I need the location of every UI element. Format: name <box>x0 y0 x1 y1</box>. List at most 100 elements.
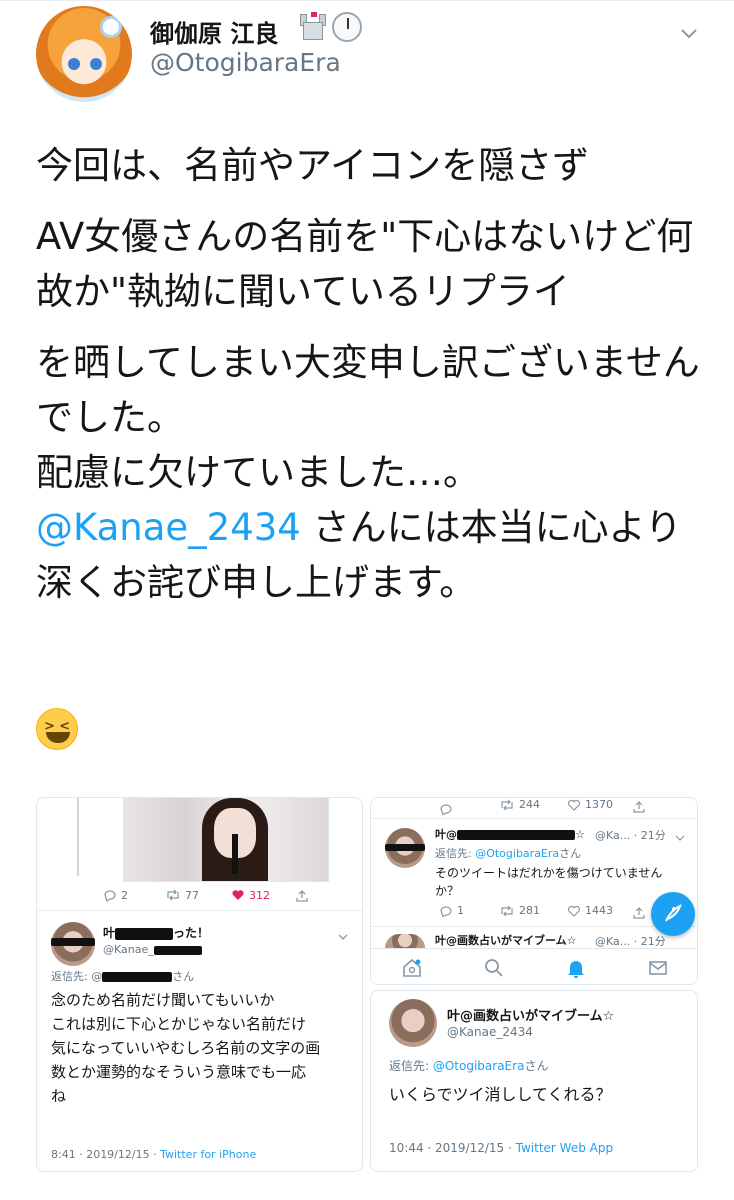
name-start: 叶 <box>103 926 116 940</box>
compose-feather-icon <box>665 904 682 922</box>
like-action: 1370 <box>567 798 613 811</box>
author-display-name[interactable]: 御伽原 江良 <box>150 14 278 49</box>
reply-text-line: 気になっていいやむしろ名前の文字の画 <box>51 1039 321 1057</box>
like-action: 312 <box>231 888 270 902</box>
reply-action: 1 <box>439 904 464 917</box>
share-icon[interactable] <box>295 888 309 907</box>
reply-icon[interactable] <box>439 905 453 917</box>
redaction-bar <box>153 945 202 955</box>
home-icon[interactable] <box>401 957 423 979</box>
retweet-count: 244 <box>519 798 540 811</box>
reply-author-name[interactable]: 叶 った！ <box>103 924 209 941</box>
avatar-flower-accessory <box>100 16 122 38</box>
clock-icon <box>332 12 362 42</box>
reply-to-prefix: 返信先: <box>435 847 476 860</box>
reply-author-handle[interactable]: @Kanae_ <box>103 943 202 956</box>
reply-text-line: ね <box>51 1087 67 1105</box>
reply-icon[interactable] <box>439 800 453 819</box>
author-avatar[interactable] <box>36 6 132 102</box>
reply-to-mention[interactable]: @OtogibaraEra <box>475 847 559 860</box>
next-reply-avatar[interactable] <box>385 934 425 948</box>
castle-icon <box>298 12 328 42</box>
embedded-screenshot-right-bottom[interactable]: 叶@画数占いがマイブーム☆ @Kanae_2434 返信先: @Otogibar… <box>370 990 698 1172</box>
next-reply-name[interactable]: 叶@画数占いがマイブーム☆ <box>435 932 577 948</box>
tweet-paragraph: 今回は、名前やアイコンを隠さず <box>36 144 590 187</box>
source-link[interactable]: Twitter for iPhone <box>160 1148 256 1161</box>
timestamp-text: 10:44 · 2019/12/15 · <box>389 1141 516 1155</box>
reply-to-mention[interactable]: @OtogibaraEra <box>433 1059 525 1073</box>
heart-icon[interactable] <box>567 799 581 811</box>
retweet-action: 281 <box>499 904 540 917</box>
reply-to-prefix: 返信先: <box>389 1059 433 1073</box>
reply-to-suffix: さん <box>524 1059 549 1073</box>
heart-filled-icon[interactable] <box>231 888 245 902</box>
share-icon[interactable] <box>633 798 645 817</box>
embedded-screenshot-right-top[interactable]: 244 1370 叶@ ☆ @Ka... · 21分 返信先: @Otogibar… <box>370 797 698 985</box>
reply-to-line: 返信先: @OtogibaraEraさん <box>389 1057 548 1074</box>
retweet-icon[interactable] <box>499 799 515 811</box>
like-action: 1443 <box>567 904 613 917</box>
share-icon[interactable] <box>633 904 645 923</box>
reply-to-suffix: さん <box>172 970 195 983</box>
retweet-icon[interactable] <box>165 888 181 902</box>
avatar-eye-left <box>68 58 80 70</box>
reply-author-name[interactable]: 叶@ ☆ <box>435 826 585 842</box>
reply-text: 念のため名前だけ聞いてもいいか これは別に下心とかじゃない名前だけ 気になってい… <box>51 988 356 1108</box>
reply-avatar[interactable] <box>389 999 437 1047</box>
source-link[interactable]: Twitter Web App <box>516 1141 613 1155</box>
reply-text: そのツイートはだれかを傷つけていません か？ <box>435 864 662 900</box>
laughing-emoji-icon: > < <box>36 708 78 750</box>
like-count: 1443 <box>585 904 613 917</box>
thread-line <box>77 798 79 876</box>
reply-text-line: そのツイートはだれかを傷つけていません <box>435 866 663 880</box>
tweet-paragraph: を晒してしまい大変申し訳ございませんでした。 <box>36 341 700 439</box>
name-start: 叶@ <box>435 828 457 841</box>
heart-icon[interactable] <box>567 905 581 917</box>
reply-timestamp: 8:41 · 2019/12/15 · Twitter for iPhone <box>51 1148 256 1161</box>
retweet-icon[interactable] <box>499 905 515 917</box>
name-badges <box>298 12 362 42</box>
reply-count: 1 <box>457 904 464 917</box>
reply-text-line: 数とか運勢的なそういう意味でも一応 <box>51 1063 307 1081</box>
reply-author-handle[interactable]: @Kanae_2434 <box>447 1025 533 1039</box>
next-reply-handle-time: @Ka... · 21分 <box>595 935 666 948</box>
reply-to-line: 返信先: @OtogibaraEraさん <box>435 845 581 861</box>
notifications-bell-icon[interactable] <box>565 957 587 979</box>
timestamp-text: 8:41 · 2019/12/15 · <box>51 1148 161 1161</box>
like-count: 312 <box>249 888 270 902</box>
compose-tweet-button[interactable] <box>651 892 695 936</box>
embedded-screenshot-left[interactable]: 2 77 312 叶 った！ @Kanae_ 返信先: @ さん 念のため名前だけ聞… <box>36 797 363 1172</box>
reply-to-prefix: 返信先: @ <box>51 970 103 983</box>
divider <box>371 818 697 819</box>
reply-to-line: 返信先: @ さん <box>51 968 194 984</box>
redaction-bar <box>115 927 174 940</box>
top-divider <box>0 0 734 1</box>
divider <box>37 910 362 911</box>
reply-text-line: 念のため名前だけ聞いてもいいか <box>51 991 275 1009</box>
tweet-paragraph: @Kanae_2434 さんには本当に心より深くお詫び申し上げます。 <box>36 500 716 610</box>
chevron-down-icon[interactable] <box>678 22 700 44</box>
tweet-text: 今回は、名前やアイコンを隠さず AV女優さんの名前を"下心はないけど何故か"執拗… <box>36 138 716 610</box>
retweet-action: 77 <box>165 888 199 902</box>
tweet-actions: 2 <box>103 888 128 902</box>
retweet-action: 244 <box>499 798 540 811</box>
reply-text-line: これは別に下心とかじゃない名前だけ <box>51 1015 307 1033</box>
messages-mail-icon[interactable] <box>647 957 669 979</box>
chevron-down-icon[interactable] <box>675 828 685 847</box>
mention-link[interactable]: @Kanae_2434 <box>36 506 301 549</box>
reply-icon[interactable] <box>103 888 117 902</box>
reply-text-line: か？ <box>435 884 460 898</box>
redaction-bar <box>102 972 173 982</box>
like-count: 1370 <box>585 798 613 811</box>
author-username[interactable]: @OtogibaraEra <box>150 48 341 77</box>
retweet-count: 77 <box>185 888 199 902</box>
search-icon[interactable] <box>483 957 505 979</box>
chevron-down-icon[interactable] <box>337 928 349 947</box>
reply-timestamp: 10:44 · 2019/12/15 · Twitter Web App <box>389 1141 613 1155</box>
media-photo[interactable] <box>123 798 329 882</box>
divider <box>371 926 697 927</box>
reply-author-name[interactable]: 叶@画数占いがマイブーム☆ <box>447 1005 614 1024</box>
avatar-eye-right <box>90 58 102 70</box>
reply-count: 2 <box>121 888 128 902</box>
handle-text: @Kanae_ <box>103 943 154 956</box>
